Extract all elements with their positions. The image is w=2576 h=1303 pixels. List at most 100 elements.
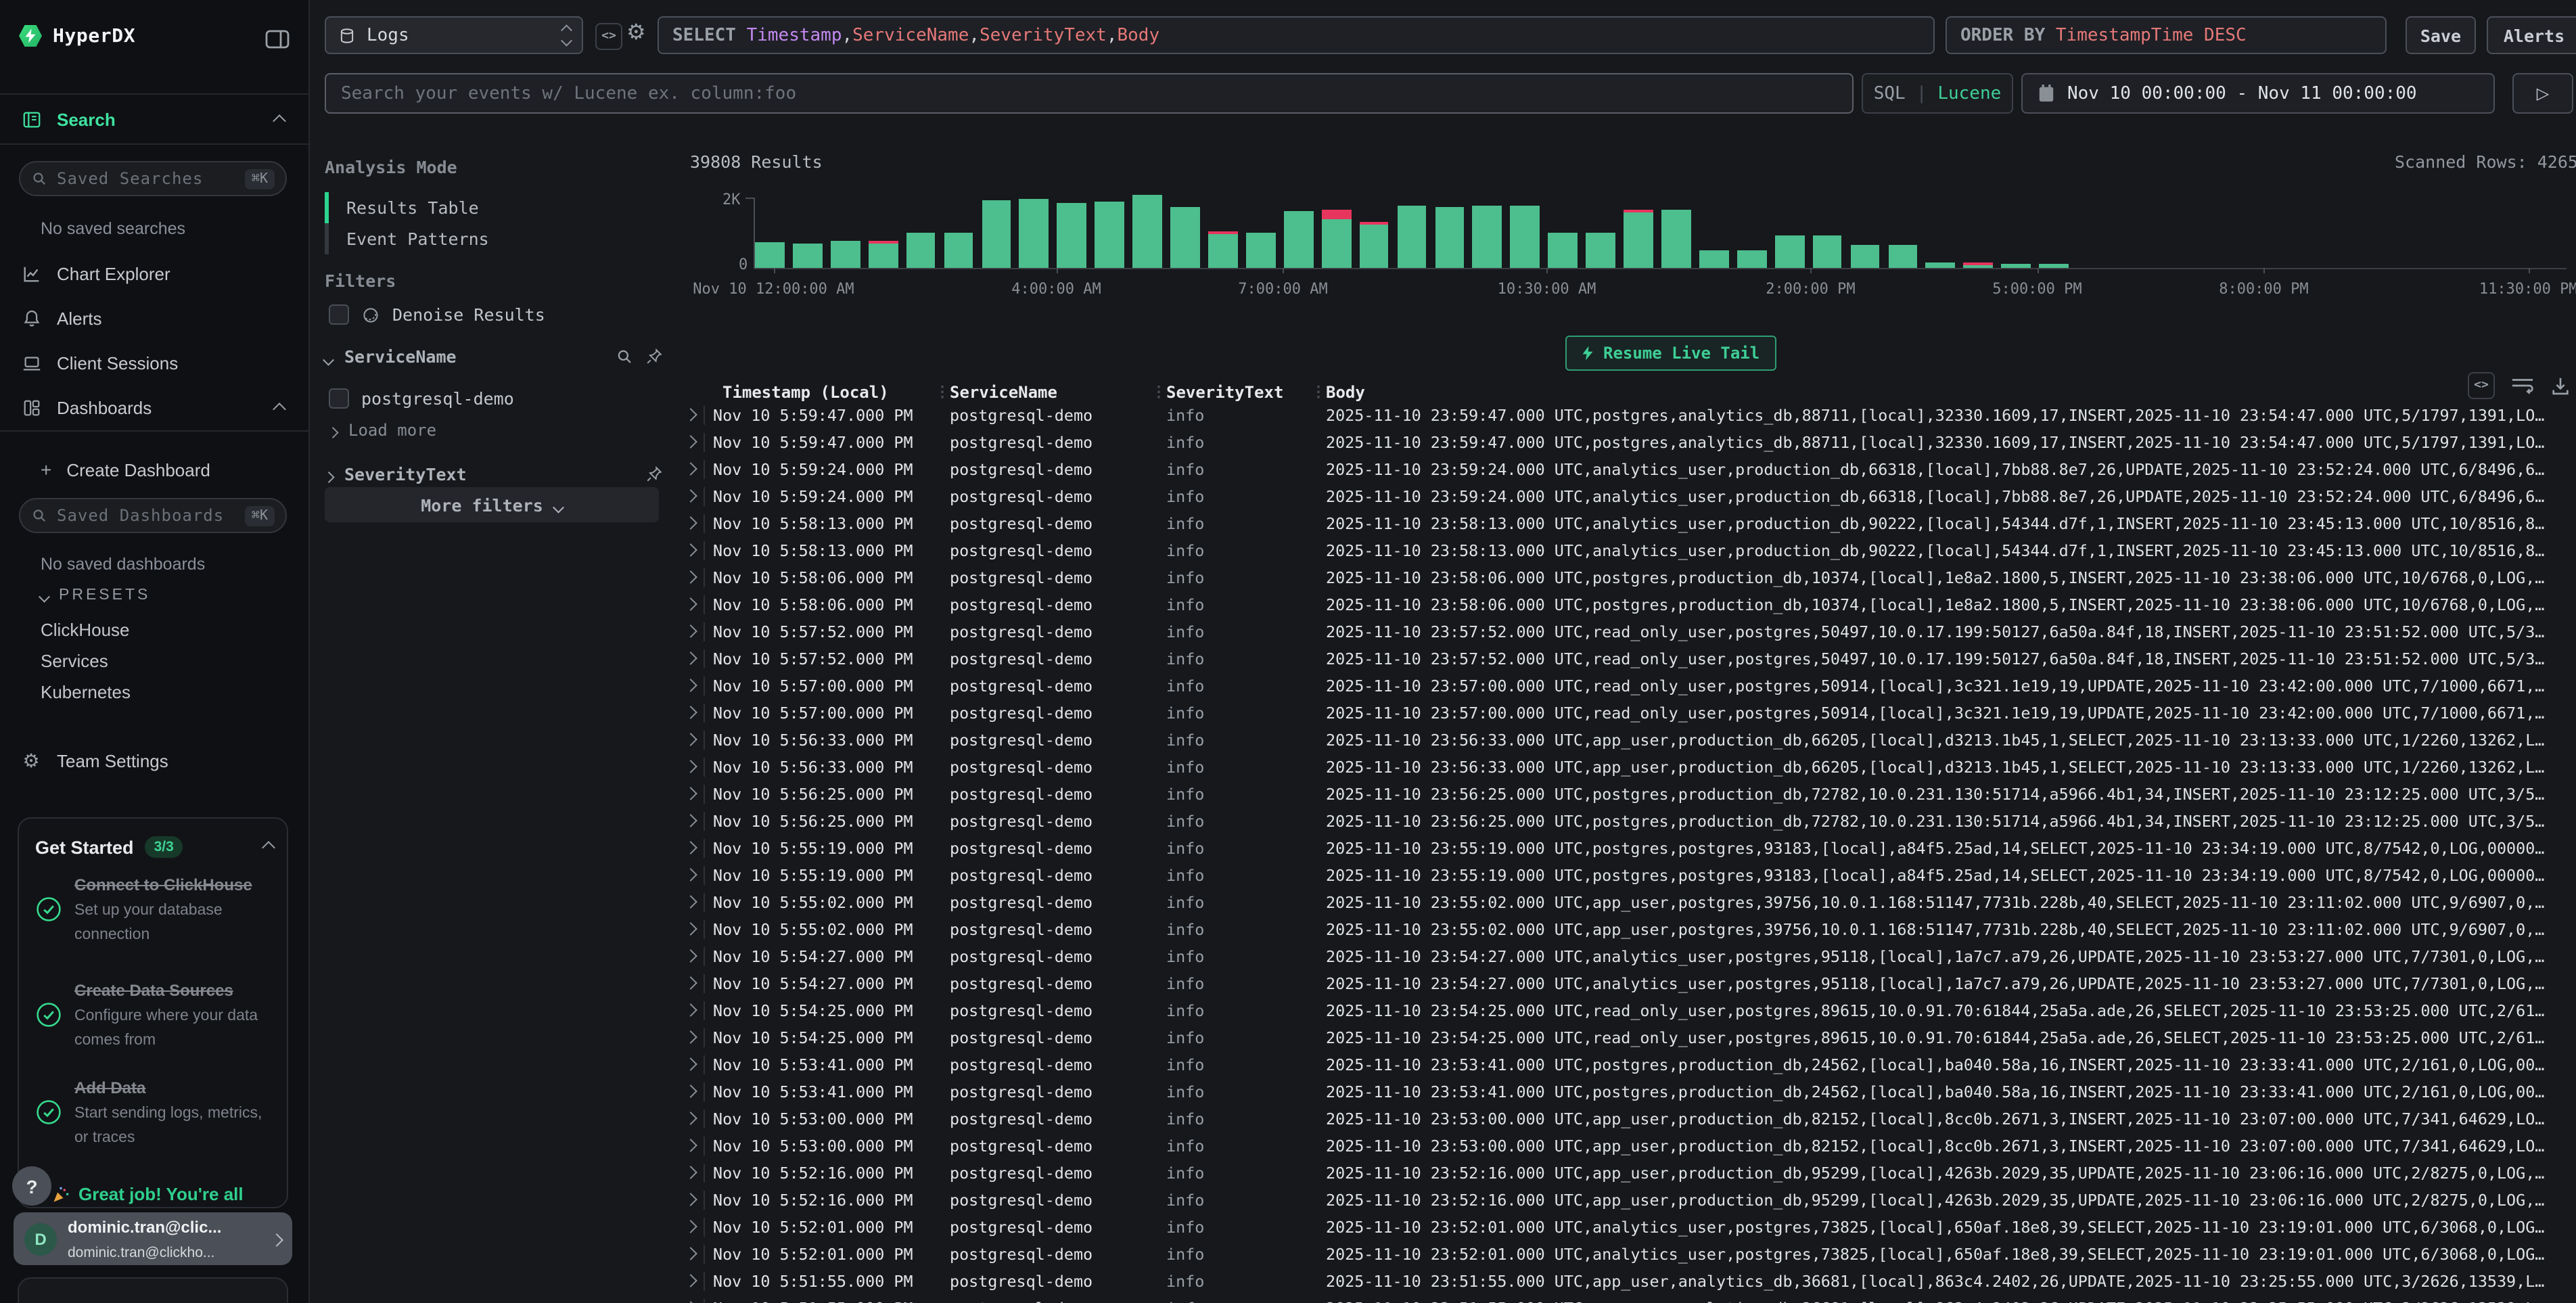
- histogram-bar[interactable]: [1812, 235, 1842, 268]
- table-row[interactable]: Nov 10 5:53:00.000 PMpostgresql-demoinfo…: [679, 1133, 2576, 1160]
- histogram-bar[interactable]: [1132, 194, 1162, 268]
- user-menu[interactable]: D dominic.tran@clic... dominic.tran@clic…: [14, 1212, 292, 1265]
- histogram-bar[interactable]: [1095, 202, 1125, 268]
- denoise-checkbox[interactable]: [329, 304, 349, 325]
- histogram-bar[interactable]: [1019, 199, 1049, 268]
- save-button[interactable]: Save: [2406, 16, 2476, 54]
- column-header-body[interactable]: Body: [1326, 383, 1365, 402]
- histogram-bar[interactable]: [1511, 206, 1540, 268]
- source-selector[interactable]: Logs: [325, 16, 583, 54]
- saved-searches-input[interactable]: Saved Searches ⌘K: [19, 161, 287, 196]
- mode-results-table[interactable]: Results Table: [325, 192, 659, 223]
- collapse-sidebar-icon[interactable]: [265, 30, 290, 49]
- table-row[interactable]: Nov 10 5:57:00.000 PMpostgresql-demoinfo…: [679, 700, 2576, 727]
- column-header-severitytext[interactable]: SeverityText: [1166, 383, 1283, 402]
- table-row[interactable]: Nov 10 5:55:02.000 PMpostgresql-demoinfo…: [679, 889, 2576, 916]
- chevron-up-icon[interactable]: [275, 397, 284, 417]
- histogram-bar[interactable]: [869, 241, 898, 268]
- table-row[interactable]: Nov 10 5:54:27.000 PMpostgresql-demoinfo…: [679, 943, 2576, 970]
- histogram-bar[interactable]: [1661, 209, 1691, 268]
- table-row[interactable]: Nov 10 5:58:06.000 PMpostgresql-demoinfo…: [679, 564, 2576, 591]
- histogram-bar[interactable]: [1964, 262, 1994, 268]
- preset-services[interactable]: Services: [41, 651, 108, 671]
- table-row[interactable]: Nov 10 5:53:00.000 PMpostgresql-demoinfo…: [679, 1105, 2576, 1133]
- histogram-bar[interactable]: [1775, 236, 1805, 268]
- get-started-step-add-data[interactable]: Add Data Start sending logs, metrics, or…: [35, 1076, 276, 1149]
- chevron-up-icon[interactable]: [264, 835, 273, 859]
- table-row[interactable]: Nov 10 5:52:01.000 PMpostgresql-demoinfo…: [679, 1214, 2576, 1241]
- get-started-step-connect[interactable]: Connect to ClickHouse Set up your databa…: [35, 873, 276, 946]
- table-row[interactable]: Nov 10 5:57:00.000 PMpostgresql-demoinfo…: [679, 672, 2576, 700]
- histogram-bar[interactable]: [1435, 207, 1465, 268]
- alerts-button[interactable]: Alerts: [2487, 16, 2576, 54]
- histogram-bar[interactable]: [1057, 203, 1087, 268]
- filter-group-servicename[interactable]: ServiceName: [325, 346, 663, 367]
- sidebar-item-chart-explorer[interactable]: Chart Explorer: [0, 256, 308, 291]
- presets-section[interactable]: PRESETS: [41, 587, 150, 603]
- code-brackets-icon[interactable]: <>: [595, 23, 622, 50]
- search-icon[interactable]: [616, 348, 633, 365]
- histogram-bar[interactable]: [1322, 210, 1352, 268]
- table-row[interactable]: Nov 10 5:58:13.000 PMpostgresql-demoinfo…: [679, 510, 2576, 537]
- table-row[interactable]: Nov 10 5:51:55.000 PMpostgresql-demoinfo…: [679, 1268, 2576, 1295]
- app-logo[interactable]: HyperDX: [19, 24, 135, 47]
- histogram-bar[interactable]: [944, 233, 973, 268]
- histogram-bar[interactable]: [1208, 232, 1238, 268]
- pin-icon[interactable]: [645, 465, 663, 483]
- sidebar-item-dashboards[interactable]: Dashboards: [0, 390, 308, 425]
- table-row[interactable]: Nov 10 5:56:33.000 PMpostgresql-demoinfo…: [679, 754, 2576, 781]
- histogram-bar[interactable]: [982, 200, 1011, 268]
- saved-dashboards-input[interactable]: Saved Dashboards ⌘K: [19, 498, 287, 533]
- table-row[interactable]: Nov 10 5:52:01.000 PMpostgresql-demoinfo…: [679, 1241, 2576, 1268]
- histogram-bar[interactable]: [1359, 223, 1389, 268]
- table-row[interactable]: Nov 10 5:59:24.000 PMpostgresql-demoinfo…: [679, 483, 2576, 510]
- sidebar-item-alerts[interactable]: Alerts: [0, 300, 308, 336]
- histogram-bar[interactable]: [793, 243, 823, 268]
- histogram-bar[interactable]: [1548, 233, 1578, 268]
- table-row[interactable]: Nov 10 5:54:27.000 PMpostgresql-demoinfo…: [679, 970, 2576, 997]
- table-row[interactable]: Nov 10 5:58:06.000 PMpostgresql-demoinfo…: [679, 591, 2576, 618]
- run-query-button[interactable]: ▷: [2512, 73, 2573, 114]
- table-row[interactable]: Nov 10 5:57:52.000 PMpostgresql-demoinfo…: [679, 645, 2576, 672]
- search-input[interactable]: Search your events w/ Lucene ex. column:…: [325, 73, 1854, 114]
- table-row[interactable]: Nov 10 5:52:16.000 PMpostgresql-demoinfo…: [679, 1187, 2576, 1214]
- histogram-bar[interactable]: [831, 241, 860, 268]
- table-row[interactable]: Nov 10 5:55:19.000 PMpostgresql-demoinfo…: [679, 835, 2576, 862]
- histogram-bar[interactable]: [1246, 233, 1276, 268]
- get-started-step-sources[interactable]: Create Data Sources Configure where your…: [35, 978, 276, 1051]
- chevron-up-icon[interactable]: [275, 109, 284, 129]
- mode-event-patterns[interactable]: Event Patterns: [325, 223, 659, 254]
- table-row[interactable]: Nov 10 5:52:16.000 PMpostgresql-demoinfo…: [679, 1160, 2576, 1187]
- table-row[interactable]: Nov 10 5:55:02.000 PMpostgresql-demoinfo…: [679, 916, 2576, 943]
- table-row[interactable]: Nov 10 5:54:25.000 PMpostgresql-demoinfo…: [679, 997, 2576, 1024]
- histogram-bar[interactable]: [906, 233, 936, 268]
- histogram-bar[interactable]: [1850, 244, 1880, 268]
- table-row[interactable]: Nov 10 5:56:33.000 PMpostgresql-demoinfo…: [679, 727, 2576, 754]
- table-row[interactable]: Nov 10 5:59:47.000 PMpostgresql-demoinfo…: [679, 429, 2576, 456]
- histogram-bar[interactable]: [1284, 210, 1314, 268]
- histogram-bar[interactable]: [1397, 206, 1427, 268]
- more-filters-button[interactable]: More filters: [325, 487, 659, 522]
- table-row[interactable]: Nov 10 5:59:47.000 PMpostgresql-demoinfo…: [679, 402, 2576, 429]
- load-more-button[interactable]: Load more: [329, 421, 436, 440]
- column-header-servicename[interactable]: ServiceName: [950, 383, 1057, 402]
- table-row[interactable]: Nov 10 5:58:13.000 PMpostgresql-demoinfo…: [679, 537, 2576, 564]
- table-row[interactable]: Nov 10 5:57:52.000 PMpostgresql-demoinfo…: [679, 618, 2576, 645]
- table-row[interactable]: Nov 10 5:55:19.000 PMpostgresql-demoinfo…: [679, 862, 2576, 889]
- sidebar-item-search[interactable]: Search: [0, 101, 308, 137]
- filter-group-severitytext[interactable]: SeverityText: [325, 464, 663, 484]
- histogram-bar[interactable]: [1737, 250, 1767, 269]
- orderby-input[interactable]: ORDER BY TimestampTime DESC: [1946, 16, 2387, 54]
- select-query-input[interactable]: SELECT Timestamp,ServiceName,SeverityTex…: [658, 16, 1935, 54]
- histogram-bar[interactable]: [1926, 262, 1956, 268]
- gear-icon[interactable]: ⚙: [626, 19, 646, 46]
- histogram-bar[interactable]: [1699, 250, 1729, 269]
- denoise-results-option[interactable]: Denoise Results: [329, 304, 545, 325]
- histogram-bar[interactable]: [755, 242, 785, 268]
- column-header-timestamp[interactable]: Timestamp (Local): [722, 383, 889, 402]
- histogram-bar[interactable]: [1473, 206, 1502, 268]
- resume-live-tail-button[interactable]: Resume Live Tail: [1565, 336, 1776, 371]
- table-row[interactable]: Nov 10 5:59:24.000 PMpostgresql-demoinfo…: [679, 456, 2576, 483]
- table-row[interactable]: Nov 10 5:51:55.000 PMpostgresql-demoinfo…: [679, 1295, 2576, 1303]
- table-row[interactable]: Nov 10 5:54:25.000 PMpostgresql-demoinfo…: [679, 1024, 2576, 1051]
